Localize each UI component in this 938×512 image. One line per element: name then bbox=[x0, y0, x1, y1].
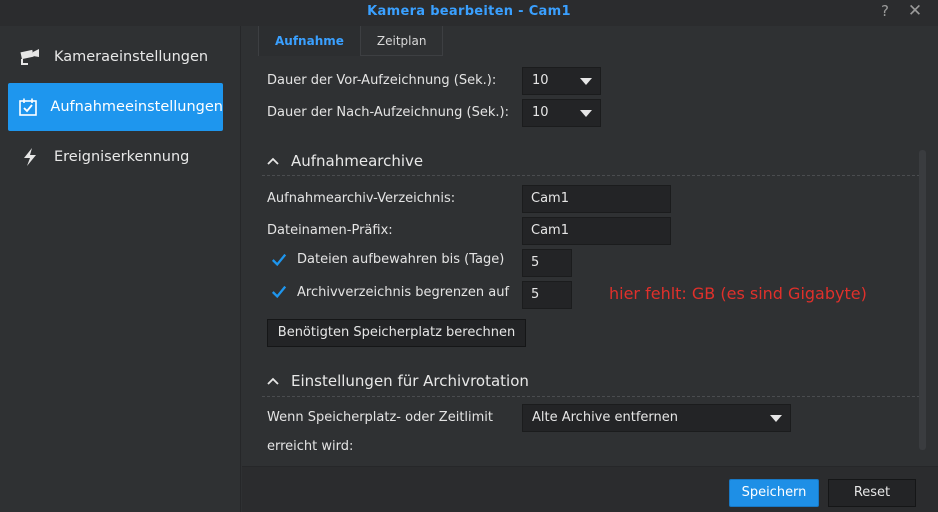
post-recording-select[interactable]: 10 bbox=[522, 99, 601, 127]
rotation-label-line2: erreicht wird: bbox=[267, 439, 354, 454]
calendar-check-icon bbox=[18, 95, 38, 119]
chevron-down-icon bbox=[770, 415, 782, 422]
rotation-label-line1: Wenn Speicherplatz- oder Zeitlimit bbox=[267, 410, 494, 425]
sidebar-item-label: Kameraeinstellungen bbox=[54, 49, 209, 65]
sidebar: Kameraeinstellungen Aufnahmeeinstellunge… bbox=[0, 26, 241, 512]
rotation-section-header[interactable]: Einstellungen für Archivrotation bbox=[267, 372, 529, 390]
keep-days-input[interactable]: 5 bbox=[522, 249, 572, 277]
chevron-down-icon bbox=[580, 110, 592, 117]
reset-button[interactable]: Reset bbox=[828, 479, 916, 507]
limit-size-checkbox[interactable] bbox=[271, 284, 287, 300]
rotation-value: Alte Archive entfernen bbox=[532, 410, 679, 425]
lightning-icon bbox=[18, 145, 42, 169]
keep-days-checkbox[interactable] bbox=[271, 252, 287, 268]
sidebar-item-label: Ereigniserkennung bbox=[54, 149, 190, 165]
title-bar: Kamera bearbeiten - Cam1 ? ✕ bbox=[0, 0, 938, 26]
tab-zeitplan[interactable]: Zeitplan bbox=[361, 26, 444, 56]
close-icon[interactable]: ✕ bbox=[906, 2, 924, 20]
keep-days-label: Dateien aufbewahren bis (Tage) bbox=[297, 252, 505, 267]
sidebar-item-ereigniserkennung[interactable]: Ereigniserkennung bbox=[8, 133, 223, 181]
pre-recording-select[interactable]: 10 bbox=[522, 67, 601, 95]
checkmark-icon bbox=[271, 253, 287, 267]
limit-size-input[interactable]: 5 bbox=[522, 281, 572, 309]
chevron-up-icon bbox=[267, 157, 281, 165]
chevron-up-icon bbox=[267, 377, 281, 385]
tab-aufnahme[interactable]: Aufnahme bbox=[258, 26, 361, 56]
prefix-label: Dateinamen-Präfix: bbox=[267, 223, 393, 238]
red-annotation: hier fehlt: GB (es sind Gigabyte) bbox=[609, 284, 867, 303]
help-icon[interactable]: ? bbox=[876, 2, 894, 20]
section-title: Aufnahmearchive bbox=[291, 152, 424, 170]
camera-icon bbox=[18, 45, 42, 69]
archive-dir-input[interactable]: Cam1 bbox=[522, 185, 671, 213]
tab-bar: Aufnahme Zeitplan bbox=[258, 26, 444, 56]
post-recording-label: Dauer der Nach-Aufzeichnung (Sek.): bbox=[267, 105, 509, 120]
section-title: Einstellungen für Archivrotation bbox=[291, 372, 529, 390]
sidebar-item-kameraeinstellungen[interactable]: Kameraeinstellungen bbox=[8, 33, 223, 81]
archive-section-header[interactable]: Aufnahmearchive bbox=[267, 152, 423, 170]
limit-size-label: Archivverzeichnis begrenzen auf bbox=[297, 285, 510, 300]
post-recording-value: 10 bbox=[532, 105, 549, 120]
pre-recording-value: 10 bbox=[532, 73, 549, 88]
archive-dir-label: Aufnahmearchiv-Verzeichnis: bbox=[267, 191, 456, 206]
sidebar-item-label: Aufnahmeeinstellungen bbox=[50, 99, 223, 115]
prefix-input[interactable]: Cam1 bbox=[522, 217, 671, 245]
scrollbar[interactable] bbox=[919, 150, 926, 450]
calculate-storage-button[interactable]: Benötigten Speicherplatz berechnen bbox=[267, 319, 526, 347]
save-button[interactable]: Speichern bbox=[729, 479, 819, 507]
pre-recording-label: Dauer der Vor-Aufzeichnung (Sek.): bbox=[267, 73, 497, 88]
window-title: Kamera bearbeiten - Cam1 bbox=[367, 4, 571, 19]
sidebar-item-aufnahmeeinstellungen[interactable]: Aufnahmeeinstellungen bbox=[8, 83, 223, 131]
section-divider bbox=[262, 175, 920, 176]
checkmark-icon bbox=[271, 285, 287, 299]
chevron-down-icon bbox=[580, 78, 592, 85]
rotation-select[interactable]: Alte Archive entfernen bbox=[522, 404, 791, 432]
section-divider bbox=[262, 396, 920, 397]
